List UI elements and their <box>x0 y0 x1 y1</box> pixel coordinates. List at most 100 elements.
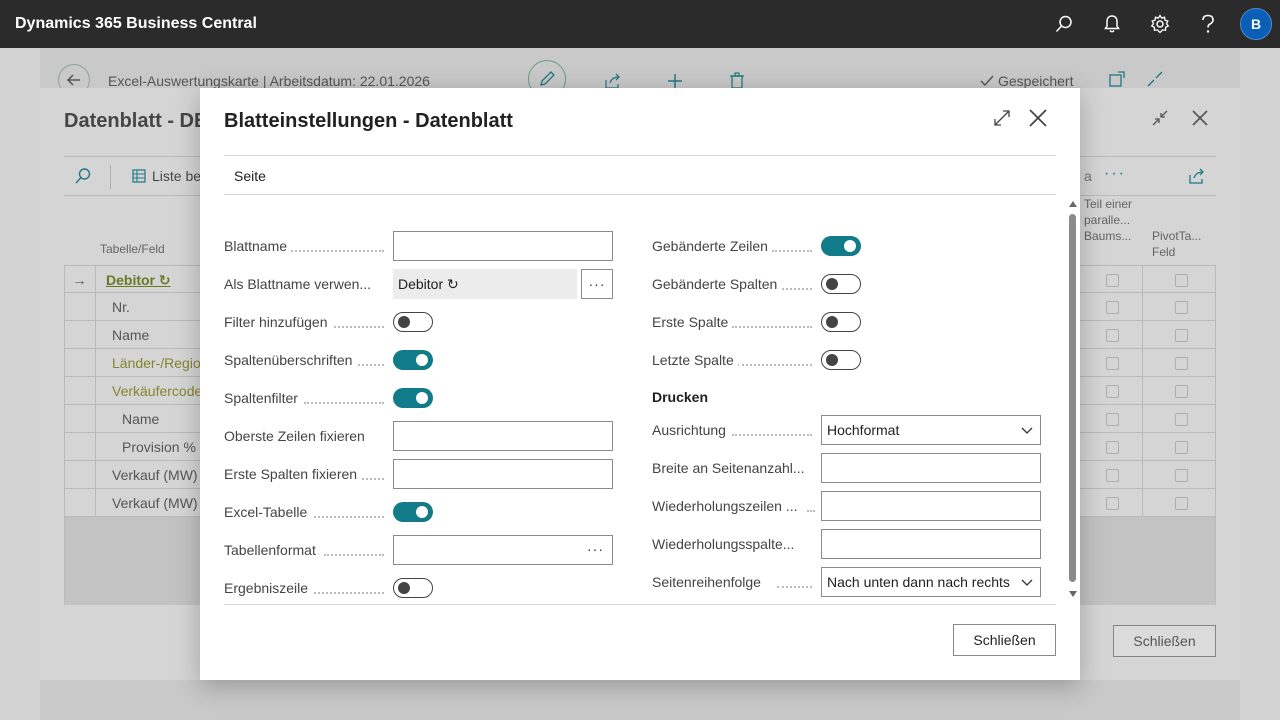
breite-input[interactable] <box>821 453 1041 483</box>
label-dots <box>732 326 812 328</box>
label-dots <box>284 250 384 252</box>
label-dots <box>304 402 384 404</box>
label-dots <box>354 364 384 366</box>
expand-icon[interactable] <box>992 108 1012 128</box>
ausrichtung-label: Ausrichtung <box>652 415 730 445</box>
wiederholungszeilen-input[interactable] <box>821 491 1041 521</box>
letzte-spalte-toggle[interactable] <box>821 350 861 370</box>
spaltenueberschriften-toggle[interactable] <box>393 350 433 370</box>
lookup-button[interactable]: ··· <box>581 269 613 299</box>
field-excel-tabelle: Excel-Tabelle <box>224 497 614 527</box>
filter-toggle[interactable] <box>393 312 433 332</box>
erste-spalten-label: Erste Spalten fixieren <box>224 459 362 489</box>
field-als-blattname: Als Blattname verwen... Debitor ↻ ··· <box>224 269 614 299</box>
ausrichtung-value: Hochformat <box>827 422 900 438</box>
wiederholungsspalten-label: Wiederholungsspalte... <box>652 529 799 559</box>
field-spaltenfilter: Spaltenfilter <box>224 383 614 413</box>
label-dots <box>772 250 812 252</box>
sheet-settings-dialog: Blatteinstellungen - Datenblatt Seite Bl… <box>200 88 1080 680</box>
als-blattname-label: Als Blattname verwen... <box>224 269 376 299</box>
gebaenderte-zeilen-toggle[interactable] <box>821 236 861 256</box>
field-wiederholungsspalten: Wiederholungsspalte... <box>652 529 1042 559</box>
field-filter: Filter hinzufügen <box>224 307 614 337</box>
field-seitenreihenfolge: Seitenreihenfolge Nach unten dann nach r… <box>652 567 1042 597</box>
content-divider <box>224 604 1056 605</box>
field-letzte-spalte: Letzte Spalte <box>652 345 1042 375</box>
spaltenueberschriften-label: Spaltenüberschriften <box>224 345 357 375</box>
erste-spalte-toggle[interactable] <box>821 312 861 332</box>
tab-seite[interactable]: Seite <box>234 168 266 184</box>
dialog-tab-bar: Seite <box>224 155 1056 195</box>
seitenreihenfolge-value: Nach unten dann nach rechts <box>827 574 1010 590</box>
label-dots <box>777 586 812 588</box>
label-dots <box>807 510 815 512</box>
field-wiederholungszeilen: Wiederholungszeilen ... <box>652 491 1042 521</box>
filter-label: Filter hinzufügen <box>224 307 332 337</box>
label-dots <box>324 554 384 556</box>
gebaenderte-zeilen-label: Gebänderte Zeilen <box>652 231 772 261</box>
lookup-icon[interactable]: ··· <box>587 541 604 557</box>
ausrichtung-select[interactable]: Hochformat <box>821 415 1041 445</box>
excel-tabelle-label: Excel-Tabelle <box>224 497 312 527</box>
tabellenformat-label: Tabellenformat <box>224 535 320 565</box>
chevron-down-icon <box>1021 579 1033 586</box>
field-spaltenueberschriften: Spaltenüberschriften <box>224 345 614 375</box>
gear-icon[interactable] <box>1136 0 1184 48</box>
avatar[interactable]: B <box>1240 8 1272 40</box>
search-icon[interactable] <box>1040 0 1088 48</box>
field-gebaenderte-spalten: Gebänderte Spalten <box>652 269 1042 299</box>
label-dots <box>359 478 384 480</box>
label-dots <box>732 434 812 436</box>
bell-icon[interactable] <box>1088 0 1136 48</box>
tabellenformat-input[interactable]: ··· <box>393 535 613 565</box>
label-dots <box>782 288 812 290</box>
field-erste-spalten: Erste Spalten fixieren <box>224 459 614 489</box>
seitenreihenfolge-select[interactable]: Nach unten dann nach rechts <box>821 567 1041 597</box>
scroll-up-arrow-icon[interactable] <box>1068 200 1078 208</box>
scrollbar-thumb[interactable] <box>1069 214 1076 582</box>
field-ausrichtung: Ausrichtung Hochformat <box>652 415 1042 445</box>
oberste-zeilen-input[interactable] <box>393 421 613 451</box>
spaltenfilter-label: Spaltenfilter <box>224 383 302 413</box>
close-icon[interactable] <box>1026 106 1050 130</box>
wiederholungsspalten-input[interactable] <box>821 529 1041 559</box>
field-oberste-zeilen: Oberste Zeilen fixieren <box>224 421 614 451</box>
oberste-zeilen-label: Oberste Zeilen fixieren <box>224 421 369 451</box>
als-blattname-value: Debitor ↻ <box>393 269 577 299</box>
field-erste-spalte: Erste Spalte <box>652 307 1042 337</box>
dialog-scrollbar[interactable] <box>1066 196 1080 602</box>
erste-spalten-input[interactable] <box>393 459 613 489</box>
top-bar: Dynamics 365 Business Central B <box>0 0 1280 48</box>
scroll-down-arrow-icon[interactable] <box>1068 590 1078 598</box>
spaltenfilter-toggle[interactable] <box>393 388 433 408</box>
ergebniszeile-toggle[interactable] <box>393 578 433 598</box>
ergebniszeile-label: Ergebniszeile <box>224 573 313 603</box>
close-button[interactable]: Schließen <box>953 624 1056 656</box>
blattname-label: Blattname <box>224 231 292 261</box>
help-icon[interactable] <box>1184 0 1232 48</box>
seitenreihenfolge-label: Seitenreihenfolge <box>652 567 765 597</box>
field-blattname: Blattname <box>224 231 614 261</box>
wiederholungszeilen-label: Wiederholungszeilen ... <box>652 491 802 521</box>
erste-spalte-label: Erste Spalte <box>652 307 733 337</box>
field-breite: Breite an Seitenanzahl... <box>652 453 1042 483</box>
field-gebaenderte-zeilen: Gebänderte Zeilen <box>652 231 1042 261</box>
dialog-title: Blatteinstellungen - Datenblatt <box>224 110 513 132</box>
blattname-input[interactable] <box>393 231 613 261</box>
chevron-down-icon <box>1021 427 1033 434</box>
field-tabellenformat: Tabellenformat ··· <box>224 535 614 565</box>
gebaenderte-spalten-label: Gebänderte Spalten <box>652 269 782 299</box>
label-dots <box>314 592 384 594</box>
drucken-heading: Drucken <box>652 389 709 405</box>
gebaenderte-spalten-toggle[interactable] <box>821 274 861 294</box>
label-dots <box>309 516 384 518</box>
label-dots <box>334 326 384 328</box>
letzte-spalte-label: Letzte Spalte <box>652 345 738 375</box>
app-title[interactable]: Dynamics 365 Business Central <box>15 15 257 33</box>
top-bar-actions: B <box>1040 0 1280 48</box>
breite-label: Breite an Seitenanzahl... <box>652 453 809 483</box>
label-dots <box>737 364 812 366</box>
dialog-content: Blattname Als Blattname verwen... Debito… <box>224 195 1056 605</box>
field-ergebniszeile: Ergebniszeile <box>224 573 614 603</box>
excel-tabelle-toggle[interactable] <box>393 502 433 522</box>
